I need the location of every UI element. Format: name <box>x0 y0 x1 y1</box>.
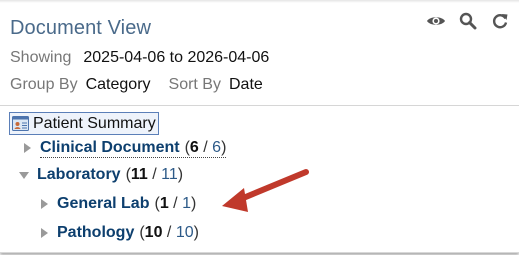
expand-triangle-icon[interactable] <box>21 142 34 155</box>
date-range-value[interactable]: 2025-04-06 to 2026-04-06 <box>83 49 269 66</box>
tree-node-focus: Clinical Document (6 / 6) <box>40 139 227 158</box>
count-shown: 10 <box>144 224 163 241</box>
refresh-icon[interactable] <box>489 10 511 32</box>
document-view-panel: Document View Showing 2025-04-06 to 2026-… <box>0 0 519 253</box>
tree-node-name: Laboratory <box>37 166 121 183</box>
count-separator: / <box>147 166 162 183</box>
page-title: Document View <box>10 17 151 39</box>
tree-node-general-lab[interactable]: General Lab (1 / 1) <box>38 195 196 213</box>
count-total: 11 <box>161 166 178 183</box>
sort-by-label: Sort By <box>168 76 221 93</box>
tree-node-count: (1 / 1) <box>154 195 197 212</box>
expand-triangle-icon[interactable] <box>38 198 51 211</box>
divider <box>0 105 519 106</box>
panel-top-edge <box>0 0 519 3</box>
count-separator: / <box>198 139 213 156</box>
group-by-value[interactable]: Category <box>86 76 151 93</box>
collapse-triangle-icon[interactable] <box>18 169 31 182</box>
count-shown: 6 <box>189 139 199 156</box>
tree-node-pathology[interactable]: Pathology (10 / 10) <box>38 224 199 242</box>
tree-node-name: Clinical Document <box>40 139 180 156</box>
tree-node-clinical-document[interactable]: Clinical Document (6 / 6) <box>21 139 227 158</box>
group-sort-row: Group By Category Sort By Date <box>10 76 263 94</box>
count-shown: 11 <box>130 166 148 183</box>
tree-node-name: General Lab <box>57 195 150 212</box>
tree-node-count: (11 / 11) <box>125 166 184 183</box>
tree-node-name: Pathology <box>57 224 135 241</box>
expand-triangle-icon[interactable] <box>38 227 51 240</box>
toolbar <box>425 10 511 32</box>
count-separator: / <box>168 195 183 212</box>
tree-node-laboratory[interactable]: Laboratory (11 / 11) <box>18 166 183 184</box>
patient-summary-icon <box>12 116 29 131</box>
group-by-label: Group By <box>10 76 78 93</box>
count-total: 1 <box>182 195 191 212</box>
count-total: 6 <box>212 139 222 156</box>
showing-row: Showing 2025-04-06 to 2026-04-06 <box>10 49 269 67</box>
count-separator: / <box>162 224 176 241</box>
count-total: 10 <box>175 224 194 241</box>
sort-by-value[interactable]: Date <box>229 76 263 93</box>
tree-root-label: Patient Summary <box>33 114 156 132</box>
tree-node-count: (6 / 6) <box>184 139 227 156</box>
count-shown: 1 <box>159 195 169 212</box>
tree-root-patient-summary[interactable]: Patient Summary <box>9 112 159 135</box>
eye-icon[interactable] <box>425 10 447 32</box>
search-icon[interactable] <box>457 10 479 32</box>
tree-node-count: (10 / 10) <box>139 224 199 241</box>
showing-label: Showing <box>10 49 72 66</box>
